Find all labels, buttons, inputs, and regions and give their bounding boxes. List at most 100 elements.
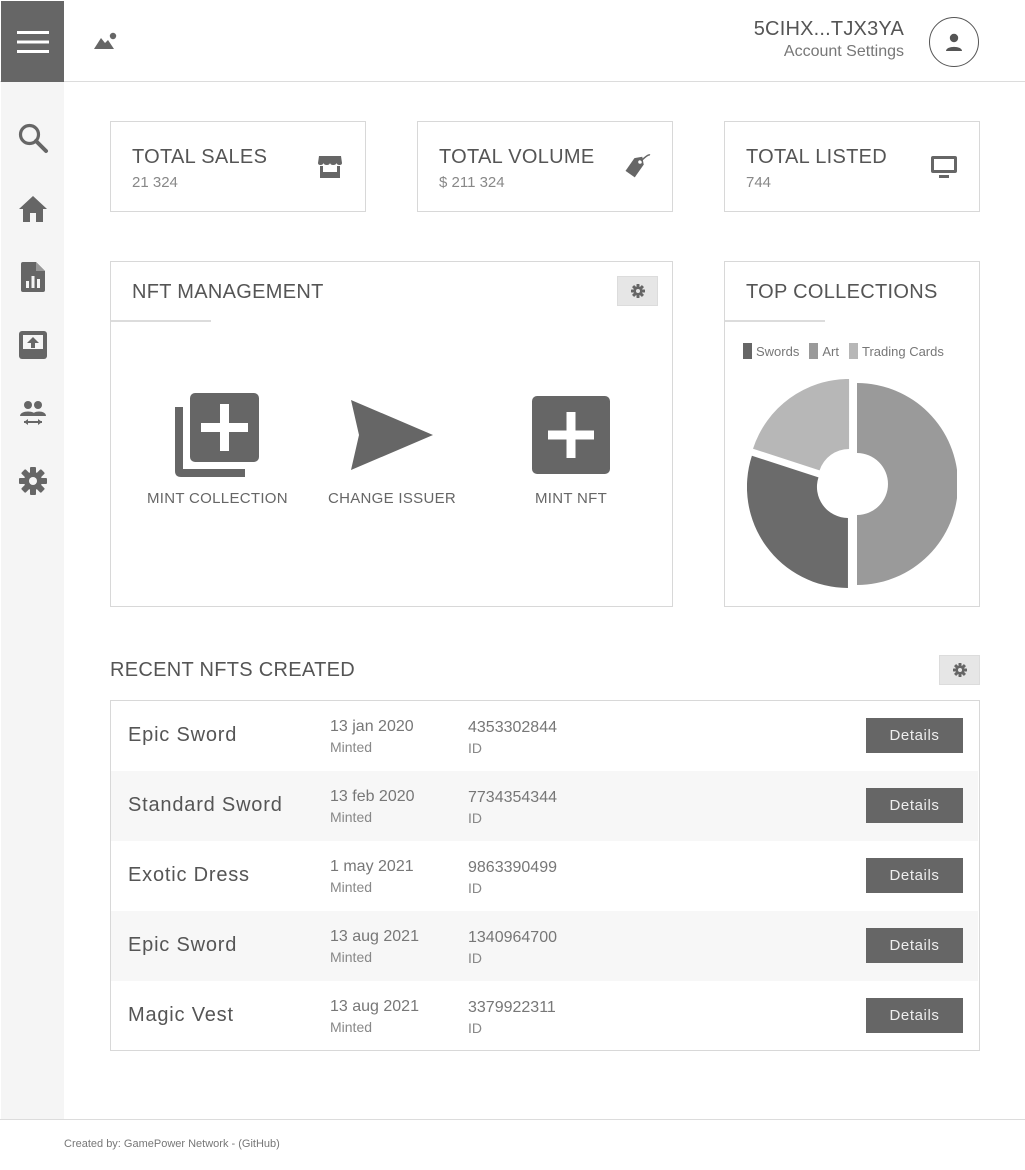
library-add-icon xyxy=(175,393,259,477)
nft-id: 4353302844 xyxy=(468,719,557,736)
total-sales-value: 21 324 xyxy=(132,174,178,191)
details-button[interactable]: Details xyxy=(866,998,963,1033)
nft-status: Minted xyxy=(330,739,373,755)
pie-slice-trading-cards xyxy=(753,379,850,471)
nft-name: Magic Vest xyxy=(128,1004,234,1026)
gear-icon xyxy=(19,467,47,495)
store-icon xyxy=(315,152,345,182)
nft-management-panel: NFT MANAGEMENT MINT COLLECTION CHANGE IS… xyxy=(110,261,673,607)
sidebar xyxy=(1,82,64,1120)
nft-id-label: ID xyxy=(468,740,482,756)
gear-icon xyxy=(630,284,645,298)
nft-id-label: ID xyxy=(468,950,482,966)
sidebar-item-transfers[interactable] xyxy=(17,397,49,429)
nft-date: 13 feb 2020 xyxy=(330,788,415,805)
panel-divider xyxy=(725,320,825,322)
total-sales-label: TOTAL SALES xyxy=(132,146,268,168)
hamburger-icon xyxy=(16,30,49,53)
nft-id: 1340964700 xyxy=(468,929,557,946)
tag-icon xyxy=(622,152,652,182)
nft-id-label: ID xyxy=(468,1020,482,1036)
nft-name: Epic Sword xyxy=(128,724,238,746)
send-icon xyxy=(351,400,433,470)
total-sales-card: TOTAL SALES 21 324 xyxy=(110,121,366,212)
recent-nfts-title: RECENT NFTS CREATED xyxy=(110,659,355,681)
sidebar-item-reports[interactable] xyxy=(17,261,49,293)
monitor-icon xyxy=(929,152,959,182)
nft-date: 1 may 2021 xyxy=(330,858,414,875)
recent-nfts-settings-button[interactable] xyxy=(939,655,980,685)
account-info[interactable]: 5CIHX...TJX3YA Account Settings xyxy=(754,18,904,61)
mint-collection-label: MINT COLLECTION xyxy=(147,490,288,507)
sidebar-item-search[interactable] xyxy=(17,122,49,154)
legend-item: Trading Cards xyxy=(848,343,944,359)
menu-button[interactable] xyxy=(1,1,64,82)
nft-id: 9863390499 xyxy=(468,859,557,876)
chart-legend: Swords Art Trading Cards xyxy=(743,343,944,359)
legend-swatch xyxy=(809,343,819,359)
footer-credit[interactable]: Created by: GamePower Network - (GitHub) xyxy=(64,1138,280,1150)
nft-management-settings-button[interactable] xyxy=(617,276,658,306)
nft-name: Exotic Dress xyxy=(128,864,250,886)
table-row: Standard Sword 13 feb 2020 Minted 773435… xyxy=(111,771,978,841)
upload-icon xyxy=(19,331,47,359)
nft-date: 13 aug 2021 xyxy=(330,928,419,945)
table-row: Epic Sword 13 aug 2021 Minted 1340964700… xyxy=(111,911,978,981)
nft-name: Standard Sword xyxy=(128,794,283,816)
avatar[interactable] xyxy=(929,17,979,67)
total-listed-card: TOTAL LISTED 744 xyxy=(724,121,980,212)
top-bar: 5CIHX...TJX3YA Account Settings xyxy=(0,0,1025,82)
recent-nfts-list: Epic Sword 13 jan 2020 Minted 4353302844… xyxy=(110,700,980,1051)
nft-status: Minted xyxy=(330,879,373,895)
legend-item: Art xyxy=(809,343,839,359)
total-volume-label: TOTAL VOLUME xyxy=(439,146,595,168)
pie-slice-swords xyxy=(857,383,957,585)
account-address: 5CIHX...TJX3YA xyxy=(753,18,904,40)
total-listed-label: TOTAL LISTED xyxy=(746,146,888,168)
nft-management-title: NFT MANAGEMENT xyxy=(132,281,324,303)
account-settings-link[interactable]: Account Settings xyxy=(754,43,904,61)
total-volume-value: $ 211 324 xyxy=(439,174,505,191)
search-icon xyxy=(18,123,48,153)
change-issuer-label: CHANGE ISSUER xyxy=(327,490,457,507)
sidebar-item-upload[interactable] xyxy=(17,329,49,361)
nft-date: 13 jan 2020 xyxy=(330,718,414,735)
legend-swatch xyxy=(743,343,752,359)
legend-label: Swords xyxy=(756,343,800,359)
footer-divider xyxy=(0,1119,1025,1120)
legend-swatch xyxy=(848,343,858,359)
add-box-icon xyxy=(532,396,610,474)
top-collections-title: TOP COLLECTIONS xyxy=(746,281,938,303)
nft-status: Minted xyxy=(330,949,373,965)
nft-status: Minted xyxy=(330,1019,373,1035)
nft-name: Epic Sword xyxy=(128,934,238,956)
logo-icon xyxy=(94,32,117,49)
nft-date: 13 aug 2021 xyxy=(330,998,419,1015)
legend-label: Art xyxy=(822,343,839,359)
nft-id-label: ID xyxy=(468,880,482,896)
pie-slice-art xyxy=(747,455,848,588)
details-button[interactable]: Details xyxy=(866,928,963,963)
table-row: Magic Vest 13 aug 2021 Minted 3379922311… xyxy=(111,981,978,1051)
user-icon xyxy=(946,33,962,51)
panel-divider xyxy=(111,320,211,322)
details-button[interactable]: Details xyxy=(866,788,963,823)
gear-icon xyxy=(952,663,967,677)
table-row: Exotic Dress 1 may 2021 Minted 986339049… xyxy=(111,841,978,911)
details-button[interactable]: Details xyxy=(866,718,963,753)
transfer-users-icon xyxy=(20,401,46,425)
total-listed-value: 744 xyxy=(746,174,772,191)
change-issuer-action[interactable]: CHANGE ISSUER xyxy=(322,390,462,507)
mint-collection-action[interactable]: MINT COLLECTION xyxy=(147,390,288,507)
mint-nft-action[interactable]: MINT NFT xyxy=(501,390,641,507)
sidebar-item-settings[interactable] xyxy=(17,465,49,497)
total-volume-card: TOTAL VOLUME $ 211 324 xyxy=(417,121,673,212)
nft-id-label: ID xyxy=(468,810,482,826)
nft-id: 7734354344 xyxy=(468,789,557,806)
pie-chart xyxy=(747,379,957,588)
legend-item: Swords xyxy=(743,343,799,359)
nft-id: 3379922311 xyxy=(468,999,556,1016)
sidebar-item-home[interactable] xyxy=(17,193,49,225)
details-button[interactable]: Details xyxy=(866,858,963,893)
home-icon xyxy=(19,196,47,222)
